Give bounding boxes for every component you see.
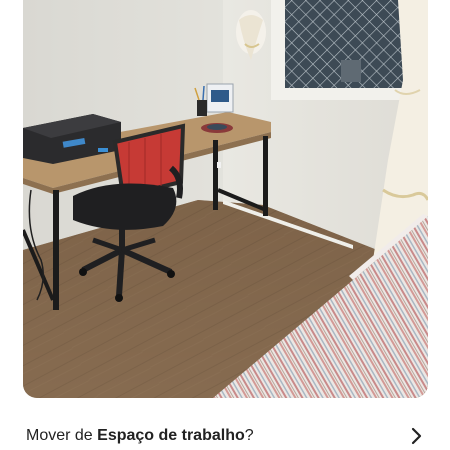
move-prefix: Mover de bbox=[26, 427, 98, 444]
chevron-right-icon[interactable] bbox=[408, 427, 424, 445]
move-suffix: ? bbox=[244, 427, 254, 444]
move-target-room: Espaço de trabalho bbox=[97, 427, 245, 444]
move-photo-screen: Mover de Espaço de trabalho? bbox=[0, 0, 450, 450]
move-prompt-text: Mover de Espaço de trabalho? bbox=[26, 426, 254, 446]
workspace-photo[interactable] bbox=[23, 0, 428, 398]
move-to-workspace-row[interactable]: Mover de Espaço de trabalho? bbox=[0, 410, 450, 450]
workspace-photo-image bbox=[23, 0, 428, 398]
